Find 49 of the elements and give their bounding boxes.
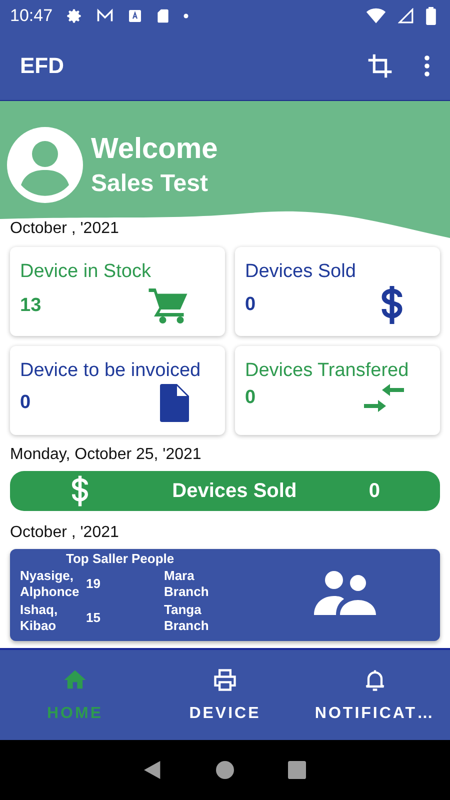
- back-icon[interactable]: [144, 760, 162, 780]
- card-value: 13: [20, 295, 42, 317]
- dollar-icon: [380, 285, 404, 325]
- sold-label: Devices Sold: [171, 480, 298, 502]
- sold-value: 0: [368, 480, 380, 502]
- crop-icon[interactable]: [366, 52, 394, 80]
- battery-icon: [426, 7, 436, 25]
- period-label: October , '2021: [10, 523, 120, 543]
- printer-icon: [212, 667, 238, 693]
- branch-name: Tanga Branch: [164, 602, 210, 634]
- home-button-icon[interactable]: [216, 761, 234, 779]
- dot-icon: [182, 13, 189, 19]
- card-title: Devices Transfered: [245, 360, 410, 382]
- card-value: 0: [245, 387, 256, 409]
- dollar-icon: [70, 475, 90, 507]
- signal-icon: [398, 8, 414, 24]
- sales-count: 15: [86, 610, 102, 626]
- nav-tab[interactable]: DEVICE: [150, 650, 300, 740]
- nav-tab[interactable]: NOTIFICAT…: [300, 650, 450, 740]
- status-time: 10:47: [10, 6, 53, 26]
- stat-card[interactable]: Device to be invoiced 0: [10, 346, 225, 435]
- stat-card[interactable]: Devices Sold 0: [235, 247, 440, 336]
- stat-card[interactable]: Devices Transfered 0: [235, 346, 440, 435]
- welcome-text: Welcome: [91, 132, 218, 166]
- sales-count: 19: [86, 576, 102, 592]
- date-label: Monday, October 25, '2021: [10, 445, 202, 465]
- wifi-icon: [366, 8, 386, 24]
- card-value: 0: [245, 294, 256, 316]
- sd-card-icon: [154, 7, 171, 25]
- gear-icon: [64, 7, 83, 25]
- card-title: Device in Stock: [20, 261, 152, 283]
- keyboard-icon: [126, 8, 143, 24]
- branch-name: Mara Branch: [164, 568, 210, 600]
- devices-sold-bar[interactable]: Devices Sold 0: [10, 471, 440, 511]
- seller-name: Ishaq, Kibao: [20, 602, 59, 634]
- card-title: Device to be invoiced: [20, 360, 202, 382]
- people-icon: [314, 571, 376, 615]
- card-title: Devices Sold: [245, 261, 357, 283]
- top-sellers-title: Top Saller People: [66, 551, 176, 566]
- card-value: 0: [20, 392, 31, 414]
- app-title: EFD: [20, 53, 64, 79]
- seller-name: Nyasige, Alphonce: [20, 568, 78, 600]
- document-icon: [159, 384, 189, 422]
- user-name: Sales Test: [91, 170, 209, 198]
- avatar-icon: [7, 127, 83, 203]
- period-label: October , '2021: [10, 219, 120, 239]
- more-icon[interactable]: [424, 54, 430, 78]
- stat-card[interactable]: Device in Stock 13: [10, 247, 225, 336]
- arrows-icon: [364, 384, 404, 412]
